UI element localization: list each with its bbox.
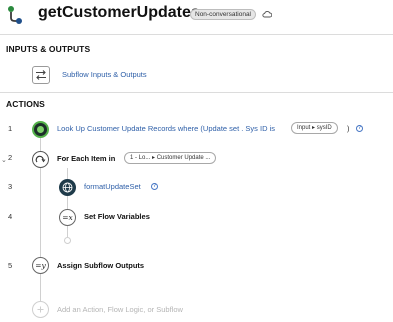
assign-outputs-glyph: =y (35, 261, 46, 270)
info-icon[interactable]: ? (356, 125, 363, 132)
flow-logo-icon (8, 6, 22, 24)
format-update-set-action[interactable]: formatUpdateSet (84, 182, 141, 191)
header-divider (0, 34, 393, 35)
set-variable-glyph: =x (62, 213, 73, 222)
for-each-label[interactable]: For Each Item in (57, 154, 115, 163)
add-action-placeholder[interactable]: Add an Action, Flow Logic, or Subflow (57, 305, 183, 314)
flow-rail (40, 168, 41, 257)
customer-update-pill[interactable]: 1 - Lo... ▸ Customer Update ... (124, 152, 217, 164)
flow-rail (40, 138, 41, 151)
step-number: 2 (8, 153, 13, 162)
globe-icon (59, 179, 76, 196)
subflow-inputs-outputs-link[interactable]: Subflow Inputs & Outputs (62, 70, 147, 79)
assign-subflow-outputs-step[interactable]: Assign Subflow Outputs (57, 261, 144, 270)
add-step-icon[interactable] (32, 301, 49, 318)
inputs-outputs-heading: INPUTS & OUTPUTS (6, 44, 91, 54)
input-sysid-pill[interactable]: Input ▸ sysID (291, 122, 338, 134)
step-number: 5 (8, 261, 13, 270)
set-variable-icon: =x (59, 209, 76, 226)
info-icon[interactable]: ? (151, 183, 158, 190)
cloud-icon[interactable] (262, 10, 272, 18)
swap-arrows-icon[interactable] (32, 66, 50, 84)
add-step-dot[interactable] (64, 237, 71, 244)
flow-header: getCustomerUpdates Non-conversational (0, 0, 393, 34)
step-number: 1 (8, 124, 13, 133)
flow-rail (40, 274, 41, 301)
step-number: 4 (8, 212, 13, 221)
actions-heading: ACTIONS (6, 99, 45, 109)
assign-outputs-icon: =y (32, 257, 49, 274)
closing-paren: ) (347, 124, 350, 133)
collapse-chevron-icon[interactable]: ⌄ (1, 156, 7, 164)
loop-rail (67, 196, 68, 209)
lookup-records-icon (32, 121, 49, 138)
set-flow-variables-step[interactable]: Set Flow Variables (84, 212, 150, 221)
non-conversational-badge: Non-conversational (190, 9, 257, 20)
io-divider (0, 92, 393, 93)
step-number: 3 (8, 182, 13, 191)
loop-rail (67, 168, 68, 179)
lookup-records-step[interactable]: Look Up Customer Update Records where (U… (57, 124, 275, 133)
flow-title: getCustomerUpdates (38, 4, 200, 21)
for-each-icon (32, 151, 49, 168)
loop-rail (67, 226, 68, 237)
